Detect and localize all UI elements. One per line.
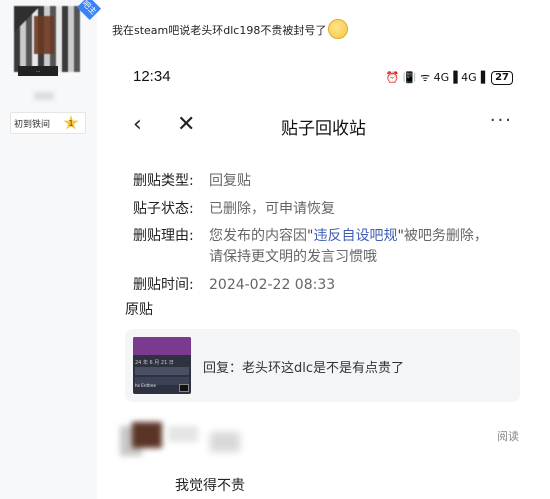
delete-reason-prefix: 您发布的内容因 xyxy=(209,228,307,244)
close-icon[interactable]: ✕ xyxy=(177,112,195,138)
thumbnail-header xyxy=(133,337,191,355)
delete-reason-row: 删贴理由: 您发布的内容因"违反自设吧规"被吧务删除， xyxy=(133,225,488,245)
blur-block-3 xyxy=(168,426,198,442)
level-name: 初到铁间 xyxy=(14,119,51,130)
phone-status-bar: 12:34 ⏰ 📳 ᯤ 4G▐ 4G▐ 27 xyxy=(133,66,513,90)
original-post-label: 原贴 xyxy=(125,302,153,318)
delete-type-value: 回复贴 xyxy=(209,173,251,189)
status-icons-group: ⏰ 📳 ᯤ 4G▐ 4G▐ xyxy=(385,71,486,84)
delete-time-value: 2024-02-22 08:33 xyxy=(209,277,336,293)
cool-face-emoji-icon xyxy=(328,19,349,39)
delete-reason-label: 删贴理由: xyxy=(133,228,194,244)
battery-icon: 27 xyxy=(491,70,513,85)
moderator-badge: 吧主 xyxy=(76,0,102,21)
author-username-blurred[interactable] xyxy=(34,92,54,100)
status-icons: ⏰ 📳 ᯤ 4G▐ 4G▐ 27 xyxy=(386,70,513,85)
thumbnail-date: 24 年 6 月 21 日 xyxy=(135,360,174,366)
delete-time-label: 删贴时间: xyxy=(133,277,194,293)
delete-reason-line2: 请保持更文明的发言习惯哦 xyxy=(209,249,377,265)
blur-block-4 xyxy=(210,432,240,452)
delete-reason-suffix: 被吧务删除， xyxy=(403,228,488,244)
thumbnail-bar xyxy=(135,367,189,375)
more-options-icon[interactable]: ··· xyxy=(490,110,513,131)
author-level-tag: 初到铁间 1 xyxy=(10,112,86,134)
back-chevron-icon[interactable]: ‹ xyxy=(133,112,142,138)
commenter-avatar-blurred[interactable] xyxy=(120,418,240,458)
post-title: 我在steam吧说老头环dlc198不贵被封号了 xyxy=(112,19,349,41)
avatar-caption: ... xyxy=(18,66,58,76)
read-count-label[interactable]: 阅读 xyxy=(497,428,519,444)
thumbnail-expand-icon xyxy=(179,384,189,392)
original-post-thumbnail[interactable]: 24 年 6 月 21 日 he Erdtree xyxy=(133,337,191,394)
blur-block-2 xyxy=(132,422,162,448)
rules-link[interactable]: 违反自设吧规 xyxy=(313,228,397,244)
delete-type-label: 删贴类型: xyxy=(133,173,194,189)
post-status-value: 已删除，可申请恢复 xyxy=(209,201,335,217)
original-post-card[interactable]: 24 年 6 月 21 日 he Erdtree 回复：老头环这dlc是不是有点… xyxy=(125,329,520,402)
page-title: 贴子回收站 xyxy=(281,119,366,139)
thumbnail-caption: he Erdtree xyxy=(135,383,156,388)
reply-text: 我觉得不贵 xyxy=(175,478,245,494)
author-sidebar: 吧主 ... 初到铁间 1 xyxy=(0,0,102,499)
status-time: 12:34 xyxy=(133,68,171,85)
post-status-label: 贴子状态: xyxy=(133,201,194,217)
delete-type-row: 删贴类型: 回复贴 xyxy=(133,170,251,190)
level-star-icon: 1 xyxy=(63,115,79,130)
author-avatar[interactable] xyxy=(14,6,80,72)
post-title-text: 我在steam吧说老头环dlc198不贵被封号了 xyxy=(112,24,327,37)
original-post-text: 回复：老头环这dlc是不是有点贵了 xyxy=(203,361,405,376)
recycle-bin-navbar: ‹ ✕ 贴子回收站 ··· xyxy=(133,110,513,140)
delete-time-row: 删贴时间: 2024-02-22 08:33 xyxy=(133,274,335,294)
post-status-row: 贴子状态: 已删除，可申请恢复 xyxy=(133,198,335,218)
avatar-face-blur xyxy=(34,16,54,54)
